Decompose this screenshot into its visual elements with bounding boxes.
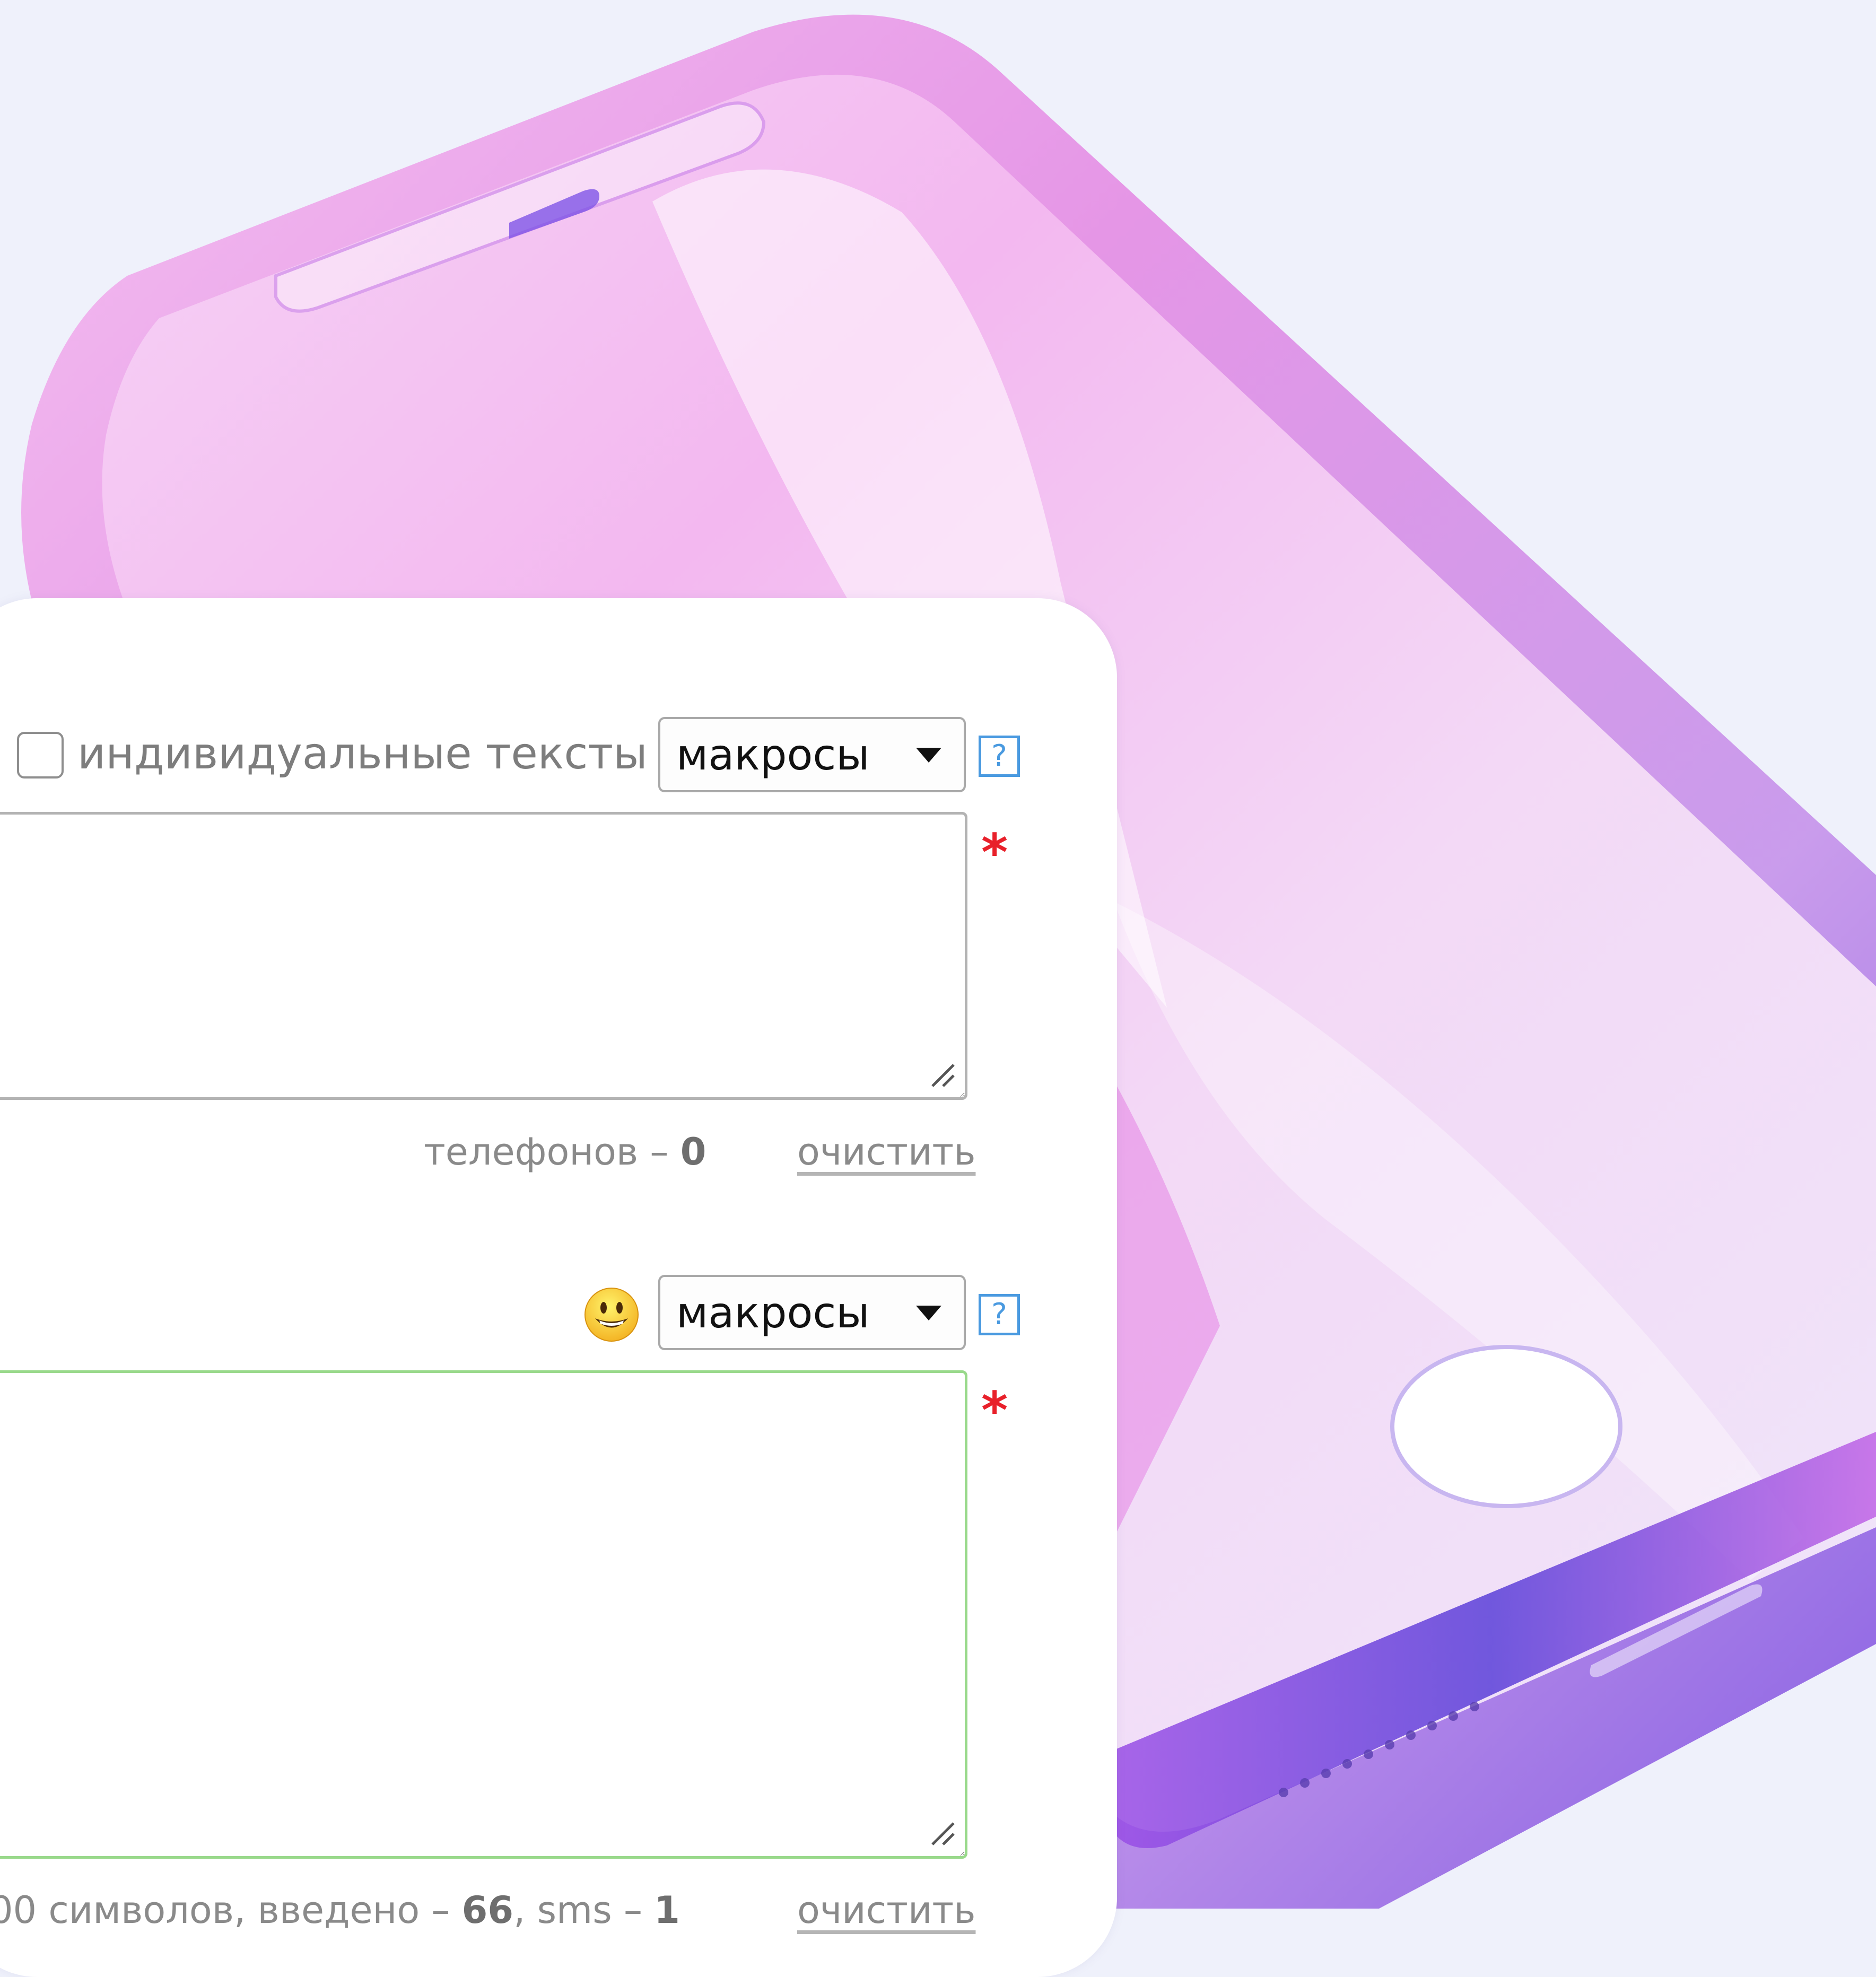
message-macros-select[interactable]: макросы [658,1275,966,1350]
individual-texts-checkbox[interactable] [17,732,64,778]
resize-grip-icon[interactable] [929,1062,956,1088]
chars-count: 66 [461,1888,514,1932]
required-asterisk: * [981,1381,1008,1440]
chevron-down-icon [916,748,941,763]
phones-count-label: телефонов – 0 [424,1130,706,1174]
clear-message-link[interactable]: очистить [797,1886,975,1935]
individual-texts-label: индивидуальные тексты [77,729,648,779]
recipients-macros-select[interactable]: макросы [658,717,966,792]
message-chars-label: 00 символов, введено – 66, sms – 1 [0,1888,680,1932]
message-textarea[interactable] [0,1370,967,1859]
recipients-macros-value: макросы [676,730,870,780]
smiley-icon[interactable] [583,1287,640,1343]
required-asterisk: * [981,823,1008,882]
message-help-icon[interactable]: ? [979,1294,1020,1335]
message-macros-value: макросы [676,1288,870,1337]
resize-grip-icon[interactable] [929,1820,956,1847]
sms-count: 1 [654,1888,680,1932]
phones-textarea[interactable] [0,812,967,1100]
chevron-down-icon [916,1306,941,1320]
recipients-help-icon[interactable]: ? [979,736,1020,777]
clear-phones-link[interactable]: очистить [797,1127,975,1176]
phones-count: 0 [680,1130,706,1174]
